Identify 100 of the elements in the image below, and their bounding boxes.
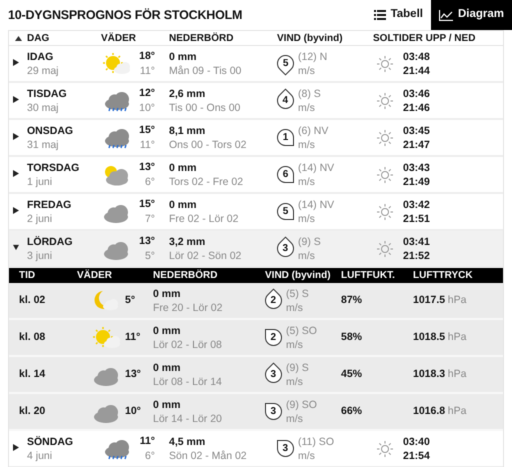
- day-name: LÖRDAG: [27, 234, 74, 248]
- sort-icon[interactable]: [15, 36, 22, 41]
- precip-period: Sön 02 - Mån 02: [169, 448, 248, 462]
- hour-label: kl. 08: [19, 330, 46, 345]
- hour-label: kl. 14: [19, 366, 46, 382]
- line-chart-icon: [438, 10, 453, 20]
- column-header[interactable]: VÄDER: [101, 31, 169, 46]
- unit-text: m/s: [298, 174, 316, 188]
- sun-icon: [377, 440, 393, 456]
- humidity-value: 87%: [341, 292, 364, 308]
- sunset-time: 21:46: [403, 100, 430, 114]
- gust-text: (14) NV: [298, 160, 334, 174]
- precip-amount: 0 mm: [153, 360, 182, 374]
- precip-period: Lör 02 - Sön 02: [169, 248, 242, 262]
- day-name: FREDAG: [27, 198, 72, 212]
- humidity-value: 58%: [341, 330, 364, 345]
- column-header: VÄDER: [77, 268, 114, 283]
- precip-period: Mån 09 - Tis 00: [169, 64, 242, 78]
- precip-period: Fre 02 - Lör 02: [169, 212, 240, 226]
- gust-text: (12) N: [298, 50, 328, 64]
- day-name: IDAG: [27, 50, 54, 64]
- low-temp: 11°: [140, 138, 155, 152]
- gust-text: (6) NV: [298, 124, 328, 138]
- wind-speed-badge: 3: [277, 440, 294, 457]
- precip-amount: 0 mm: [169, 50, 198, 64]
- caret-icon: [13, 207, 19, 214]
- precip-period: Tis 00 - Ons 00: [169, 100, 242, 114]
- sunset-time: 21:44: [403, 64, 430, 78]
- humidity-value: 66%: [341, 404, 364, 419]
- precip-period: Lör 14 - Lör 20: [153, 412, 223, 426]
- low-temp: 11°: [140, 64, 155, 78]
- wind-speed-badge: 3: [265, 403, 282, 420]
- sun-icon: [377, 92, 393, 108]
- sunrise-time: 03:45: [403, 124, 430, 138]
- low-temp: 5°: [144, 248, 155, 264]
- unit-text: m/s: [298, 248, 316, 262]
- sunset-time: 21:49: [403, 174, 430, 188]
- wind-speed-badge: 2: [265, 329, 282, 346]
- precip-amount: 0 mm: [153, 286, 182, 300]
- sunrise-time: 03:41: [403, 234, 430, 248]
- day-name: TISDAG: [27, 86, 68, 100]
- caret-icon: [13, 133, 19, 140]
- unit-text: m/s: [298, 212, 316, 226]
- caret-icon: [13, 59, 19, 66]
- gust-text: (11) SO: [298, 434, 334, 448]
- high-temp: 15°: [139, 196, 155, 212]
- unit-text: m/s: [298, 100, 316, 114]
- unit-text: m/s: [286, 374, 304, 388]
- unit-text: m/s: [286, 300, 304, 314]
- sun-icon: [377, 56, 393, 72]
- day-date: 3 juni: [27, 248, 54, 262]
- unit-text: m/s: [298, 448, 316, 462]
- precip-amount: 8,1 mm: [169, 124, 206, 138]
- caret-icon: [13, 244, 19, 252]
- sunset-time: 21:52: [403, 248, 430, 262]
- day-date: 29 maj: [27, 64, 60, 78]
- temperature: 5°: [125, 292, 136, 308]
- sun-icon: [377, 130, 393, 146]
- page-title: 10-DYGNSPROGNOS FÖR STOCKHOLM: [7, 6, 244, 24]
- sunrise-time: 03:46: [403, 86, 430, 100]
- pressure-unit: hPa: [448, 366, 466, 382]
- sunrise-time: 03:43: [403, 160, 430, 174]
- column-header[interactable]: SOLTIDER UPP / NED: [373, 31, 503, 46]
- high-temp: 12°: [139, 86, 155, 100]
- day-name: ONSDAG: [27, 124, 74, 138]
- precip-amount: 0 mm: [153, 398, 182, 412]
- pressure-unit: hPa: [448, 292, 466, 308]
- sunrise-time: 03:48: [403, 50, 430, 64]
- precip-period: Ons 00 - Tors 02: [169, 138, 248, 152]
- precip-amount: 2,6 mm: [169, 86, 206, 100]
- column-header: TID: [19, 269, 36, 283]
- precip-amount: 0 mm: [153, 324, 182, 338]
- column-header: NEDERBÖRD: [153, 268, 218, 283]
- view-tab[interactable]: Diagram: [430, 0, 512, 30]
- sunset-time: 21:54: [403, 448, 430, 462]
- gust-text: (9) SO: [286, 398, 317, 412]
- sunset-time: 21:47: [403, 138, 430, 152]
- precip-amount: 0 mm: [169, 160, 198, 174]
- column-header[interactable]: VIND (byvind): [277, 31, 373, 46]
- temperature: 10°: [125, 404, 141, 419]
- precip-period: Lör 02 - Lör 08: [153, 338, 223, 352]
- unit-text: m/s: [286, 412, 304, 426]
- wind-speed-badge: 5: [277, 203, 294, 220]
- sun-cloud-icon: [91, 326, 123, 348]
- precip-amount: 0 mm: [169, 198, 198, 212]
- high-temp: 13°: [139, 160, 155, 174]
- pressure-value: 1017.5: [413, 292, 446, 308]
- column-header: LUFTFUKT.: [341, 269, 396, 283]
- sunrise-time: 03:40: [403, 434, 430, 448]
- sun-icon: [377, 240, 393, 256]
- precip-amount: 4,5 mm: [169, 434, 206, 448]
- humidity-value: 45%: [341, 366, 364, 382]
- low-temp: 6°: [144, 448, 155, 464]
- day-date: 30 maj: [27, 100, 60, 114]
- hour-label: kl. 20: [19, 404, 46, 419]
- caret-icon: [13, 170, 19, 178]
- column-header[interactable]: NEDERBÖRD: [169, 31, 277, 46]
- high-temp: 11°: [140, 434, 155, 448]
- unit-text: m/s: [298, 138, 316, 152]
- column-header[interactable]: DAG: [27, 31, 101, 46]
